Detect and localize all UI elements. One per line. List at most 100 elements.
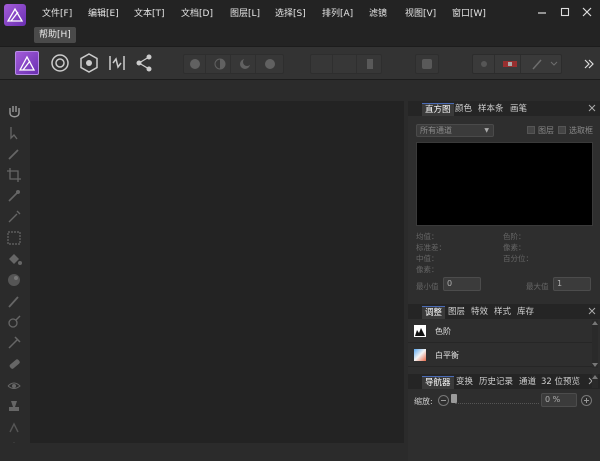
- zoom-value-input[interactable]: 0 %: [541, 393, 577, 407]
- menu-select[interactable]: 选择[S]: [275, 8, 306, 21]
- menu-help[interactable]: 帮助[H]: [34, 27, 76, 43]
- align-right-icon[interactable]: [359, 55, 381, 73]
- red-eye-tool-icon[interactable]: [5, 376, 23, 394]
- align-center-icon[interactable]: [335, 55, 357, 73]
- menu-layer[interactable]: 图层[L]: [230, 8, 260, 21]
- max-label: 最大值: [526, 282, 549, 291]
- develop-persona-icon[interactable]: [77, 51, 101, 75]
- navigator-panel-tabs: 导航器 变换 历史记录 通道 32 位预览: [408, 374, 600, 389]
- stat-pixels: 像素：: [416, 265, 439, 274]
- align-left-icon[interactable]: [311, 55, 333, 73]
- zoom-in-icon[interactable]: [581, 395, 592, 406]
- minimize-icon[interactable]: [535, 5, 549, 19]
- right-panel-dock: 直方图 颜色 样本条 画笔 所有通道 ▼ 图层 选取框 均值： 标准差： 中值：…: [408, 101, 600, 461]
- min-label: 最小值: [416, 282, 439, 291]
- navigator-scrollbar[interactable]: [592, 374, 598, 388]
- tab-stock[interactable]: 库存: [514, 306, 537, 319]
- list-item[interactable]: 色阶: [408, 320, 592, 343]
- tab-layers[interactable]: 图层: [445, 306, 468, 319]
- hand-tool-icon[interactable]: [5, 103, 23, 121]
- healing-brush-tool-icon[interactable]: [5, 355, 23, 373]
- export-persona-icon[interactable]: [132, 51, 156, 75]
- adjustments-panel-tabs: 调整 图层 特效 样式 库存: [408, 304, 600, 319]
- clone-brush-tool-icon[interactable]: [5, 334, 23, 352]
- sphere-icon[interactable]: [259, 55, 281, 73]
- white-balance-icon: [414, 349, 426, 361]
- layer-checkbox-label: 图层: [538, 126, 554, 135]
- menu-arrange[interactable]: 排列[A]: [322, 8, 353, 21]
- stat-level-pixels: 像素：: [503, 243, 526, 252]
- selection-checkbox-label: 选取框: [569, 126, 593, 135]
- menu-edit[interactable]: 编辑[E]: [88, 8, 119, 21]
- moon-icon[interactable]: [234, 55, 256, 73]
- selection-brush-tool-icon[interactable]: [5, 187, 23, 205]
- photo-persona-icon[interactable]: [15, 51, 39, 75]
- panel-close-icon[interactable]: [588, 307, 596, 315]
- move-tool-icon[interactable]: [5, 124, 23, 142]
- tab-32bit-preview[interactable]: 32 位预览: [538, 376, 583, 389]
- liquify-persona-icon[interactable]: [48, 51, 72, 75]
- stat-median: 中值：: [416, 254, 439, 263]
- tools-panel: [0, 101, 28, 461]
- tab-brushes[interactable]: 画笔: [507, 103, 530, 116]
- tab-color[interactable]: 颜色: [452, 103, 475, 116]
- menu-window[interactable]: 窗口[W]: [452, 8, 486, 21]
- crop-tool-icon[interactable]: [5, 166, 23, 184]
- layer-checkbox[interactable]: [527, 126, 535, 134]
- max-value-input[interactable]: 1: [553, 277, 591, 291]
- histogram-panel-tabs: 直方图 颜色 样本条 画笔: [408, 101, 600, 116]
- stamp-tool-icon[interactable]: [5, 397, 23, 415]
- menu-view[interactable]: 视图[V]: [405, 8, 436, 21]
- invert-icon[interactable]: [209, 55, 231, 73]
- menu-text[interactable]: 文本[T]: [134, 8, 165, 21]
- close-icon[interactable]: [580, 5, 594, 19]
- dodge-tool-icon[interactable]: [5, 313, 23, 331]
- list-item[interactable]: 白平衡: [408, 344, 592, 367]
- brush-options-icon[interactable]: [525, 55, 561, 73]
- tab-effects[interactable]: 特效: [468, 306, 491, 319]
- levels-icon: [414, 325, 426, 337]
- zoom-out-icon[interactable]: [438, 395, 449, 406]
- selection-checkbox[interactable]: [558, 126, 566, 134]
- min-value-input[interactable]: 0: [443, 277, 481, 291]
- panel-close-icon[interactable]: [588, 104, 596, 112]
- mode-button-group: [183, 54, 284, 74]
- document-canvas[interactable]: [30, 101, 404, 443]
- adjustment-label: 色阶: [435, 327, 451, 336]
- tab-swatches[interactable]: 样本条: [475, 103, 507, 116]
- tone-mapping-persona-icon[interactable]: [105, 51, 129, 75]
- tab-history[interactable]: 历史记录: [476, 376, 516, 389]
- channel-select[interactable]: 所有通道 ▼: [416, 124, 494, 137]
- tab-adjustments[interactable]: 调整: [422, 306, 446, 319]
- zoom-slider-track[interactable]: [455, 399, 539, 404]
- tab-styles[interactable]: 样式: [491, 306, 514, 319]
- tab-navigator[interactable]: 导航器: [422, 376, 454, 389]
- zoom-label: 缩放:: [414, 397, 433, 406]
- smudge-tool-icon[interactable]: [5, 418, 23, 436]
- menu-filter[interactable]: 滤镜: [369, 8, 387, 21]
- marquee-tool-icon[interactable]: [5, 229, 23, 247]
- align-button-group: [310, 54, 382, 74]
- tab-channels[interactable]: 通道: [516, 376, 539, 389]
- zoom-slider-thumb[interactable]: [451, 394, 457, 403]
- paint-brush-tool-icon[interactable]: [5, 292, 23, 310]
- menu-file[interactable]: 文件[F]: [42, 8, 72, 21]
- view-mode-icon[interactable]: [415, 54, 439, 74]
- color-picker-tool-icon[interactable]: [5, 145, 23, 163]
- quick-mask-icon[interactable]: [184, 55, 206, 73]
- adjustments-scrollbar[interactable]: [592, 320, 598, 368]
- color-swatch-icon[interactable]: [499, 55, 521, 73]
- affinity-photo-logo-icon[interactable]: [4, 4, 26, 26]
- toolbar-overflow-icon[interactable]: [584, 58, 594, 70]
- assistant-button-group: [472, 54, 562, 74]
- tab-histogram[interactable]: 直方图: [422, 103, 454, 116]
- gradient-tool-icon[interactable]: [5, 271, 23, 289]
- stat-mean: 均值：: [416, 232, 439, 241]
- menu-document[interactable]: 文档[D]: [181, 8, 213, 21]
- tab-transform[interactable]: 变换: [453, 376, 476, 389]
- chevron-down-icon: ▼: [484, 127, 489, 134]
- flood-select-tool-icon[interactable]: [5, 208, 23, 226]
- snapping-icon[interactable]: [473, 55, 495, 73]
- maximize-icon[interactable]: [558, 5, 572, 19]
- flood-fill-tool-icon[interactable]: [5, 250, 23, 268]
